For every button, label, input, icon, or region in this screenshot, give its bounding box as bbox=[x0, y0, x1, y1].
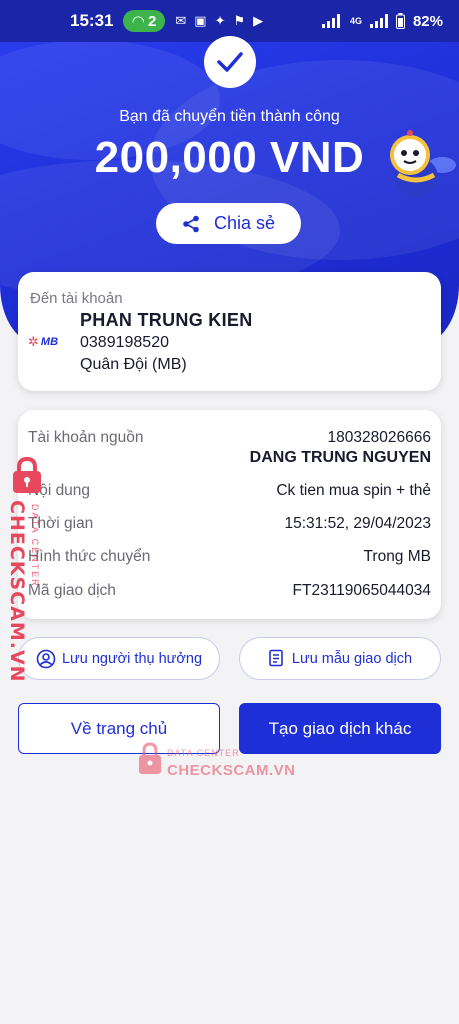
transaction-id-row: Mã giao dịch FT23119065044034 bbox=[28, 582, 431, 600]
status-time: 15:31 bbox=[70, 11, 114, 30]
method-value: Trong MB bbox=[363, 548, 431, 565]
source-account-name: DANG TRUNG NGUYEN bbox=[249, 449, 431, 466]
source-account-number: 180328026666 bbox=[327, 429, 431, 446]
lock-icon bbox=[13, 456, 41, 493]
content-row: Nội dung Ck tien mua spin + thẻ bbox=[28, 482, 431, 500]
content-value: Ck tien mua spin + thẻ bbox=[276, 482, 431, 499]
shop-icon: ▣ bbox=[194, 13, 207, 28]
battery-icon bbox=[395, 13, 405, 29]
transaction-id-value: FT23119065044034 bbox=[292, 582, 431, 599]
time-row: Thời gian 15:31:52, 29/04/2023 bbox=[28, 515, 431, 533]
recipient-card: Đến tài khoản ✲ MB PHAN TRUNG KIEN 03891… bbox=[18, 272, 441, 391]
share-label: Chia sẻ bbox=[213, 213, 276, 233]
hotspot-badge: ◠ 2 bbox=[123, 10, 166, 32]
mb-bank-logo: ✲ MB bbox=[28, 334, 59, 349]
network-type: 4G bbox=[349, 16, 362, 26]
source-name-row: DANG TRUNG NGUYEN bbox=[28, 449, 431, 467]
cell-signal-icon bbox=[369, 14, 388, 28]
save-payee-label: Lưu người thụ hưởng bbox=[61, 650, 203, 667]
recipient-name: PHAN TRUNG KIEN bbox=[80, 310, 253, 330]
delivery-icon: ⚑ bbox=[233, 13, 246, 28]
recipient-section-label: Đến tài khoản bbox=[30, 290, 123, 307]
messenger-icon: ✉ bbox=[175, 13, 187, 28]
time-value: 15:31:52, 29/04/2023 bbox=[284, 515, 431, 532]
pin-icon: ✦ bbox=[214, 13, 226, 28]
youtube-icon: ▶ bbox=[253, 13, 264, 28]
success-message: Bạn đã chuyển tiền thành công bbox=[119, 108, 340, 125]
battery-level: 82% bbox=[412, 12, 443, 30]
method-label: Hình thức chuyển bbox=[28, 548, 151, 565]
transaction-details-card: Tài khoản nguồn 180328026666 DANG TRUNG … bbox=[18, 410, 441, 619]
checkscam-watermark-side: CHECKSCAM.VN DATA CENTER bbox=[2, 456, 46, 683]
source-account-label: Tài khoản nguồn bbox=[28, 429, 144, 446]
watermark-brand-center: CHECKSCAM.VN bbox=[167, 762, 296, 779]
document-icon bbox=[269, 649, 283, 666]
lock-icon bbox=[139, 742, 161, 774]
share-icon bbox=[183, 215, 199, 232]
watermark-brand-side: CHECKSCAM.VN bbox=[6, 500, 28, 683]
success-check-icon bbox=[204, 36, 256, 88]
save-payee-button[interactable]: Lưu người thụ hưởng bbox=[18, 637, 220, 680]
notification-icons: ✉ ▣ ✦ ⚑ ▶ bbox=[175, 13, 263, 29]
mb-star-icon: ✲ bbox=[28, 334, 39, 349]
share-button[interactable]: Chia sẻ bbox=[156, 203, 301, 244]
method-row: Hình thức chuyển Trong MB bbox=[28, 548, 431, 566]
recipient-account-number: 0389198520 bbox=[80, 334, 169, 351]
source-account-row: Tài khoản nguồn 180328026666 bbox=[28, 429, 431, 447]
save-template-button[interactable]: Lưu mẫu giao dịch bbox=[239, 637, 441, 680]
hotspot-icon: ◠ bbox=[132, 13, 145, 30]
watermark-sub-side: DATA CENTER bbox=[30, 504, 40, 588]
wifi-signal-icon bbox=[321, 14, 340, 28]
save-template-label: Lưu mẫu giao dịch bbox=[291, 650, 413, 667]
checkscam-watermark-center: DATA CENTER CHECKSCAM.VN bbox=[137, 742, 297, 782]
bee-mascot-icon bbox=[390, 130, 456, 197]
recipient-bank-name: Quân Đội (MB) bbox=[80, 356, 187, 373]
watermark-sub-center: DATA CENTER bbox=[167, 748, 240, 758]
